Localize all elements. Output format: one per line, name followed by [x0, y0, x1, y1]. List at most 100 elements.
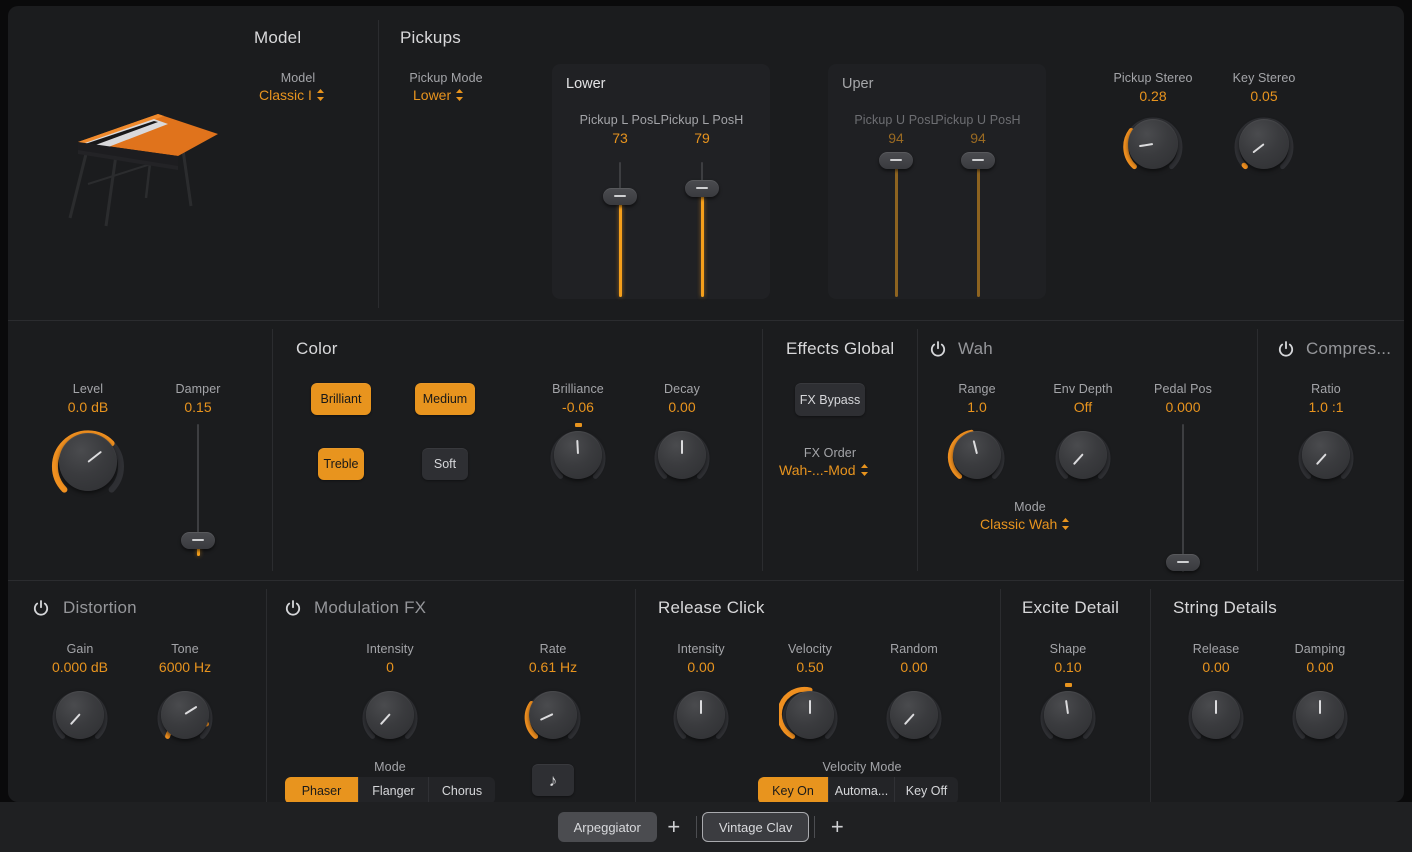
- knob-pointer: [1319, 700, 1321, 714]
- fx-order-popup[interactable]: Wah-...-Mod: [779, 462, 869, 478]
- knob-body: [1044, 691, 1092, 739]
- color-button-brilliant[interactable]: Brilliant: [311, 383, 371, 415]
- mod-rate-sync-button[interactable]: ♪: [532, 764, 574, 796]
- pickup-stereo-knob[interactable]: [1120, 111, 1186, 177]
- level-value: 0.0 dB: [28, 399, 148, 415]
- distortion-tone-label: Tone: [125, 642, 245, 656]
- velocity-mode-key-off[interactable]: Key Off: [895, 777, 958, 804]
- release-random-value: 0.00: [854, 659, 974, 675]
- release-intensity-label: Intensity: [641, 642, 761, 656]
- color-button-soft[interactable]: Soft: [422, 448, 468, 480]
- wah-mode-popup[interactable]: Classic Wah: [980, 516, 1070, 532]
- knob-body: [554, 431, 602, 479]
- pickup-u-posl-slider[interactable]: [876, 152, 916, 297]
- distortion-section-title: Distortion: [63, 598, 137, 618]
- pickup-l-posh-value: 79: [642, 130, 762, 146]
- string-release-knob[interactable]: [1185, 684, 1247, 746]
- model-section-title: Model: [254, 28, 301, 48]
- slider-thumb[interactable]: [879, 152, 913, 169]
- add-instrument-button[interactable]: +: [820, 812, 854, 842]
- color-button-medium[interactable]: Medium: [415, 383, 475, 415]
- wah-power-button[interactable]: [930, 341, 946, 358]
- pickup-l-posh-slider[interactable]: [682, 162, 722, 297]
- slider-thumb[interactable]: [181, 532, 215, 549]
- color-section-title: Color: [296, 339, 338, 359]
- wah-pedal-pos-value: 0.000: [1123, 399, 1243, 415]
- key-stereo-value: 0.05: [1204, 88, 1324, 104]
- knob-pointer: [681, 440, 683, 454]
- wah-range-knob[interactable]: [946, 424, 1008, 486]
- mod-intensity-knob[interactable]: [359, 684, 421, 746]
- bottom-row: Distortion Gain 0.000 dB Tone 6000 Hz: [8, 581, 1404, 802]
- effects-global-title: Effects Global: [786, 339, 894, 359]
- model-popup[interactable]: Classic I: [259, 87, 325, 103]
- pickup-u-posh-slider[interactable]: [958, 152, 998, 297]
- string-damping-knob[interactable]: [1289, 684, 1351, 746]
- fx-order-value: Wah-...-Mod: [779, 462, 856, 478]
- wah-env-depth-knob[interactable]: [1052, 424, 1114, 486]
- knob-pointer: [1215, 700, 1217, 714]
- knob-body: [677, 691, 725, 739]
- decay-knob[interactable]: [651, 424, 713, 486]
- modulation-fx-section-title: Modulation FX: [314, 598, 426, 618]
- distortion-tone-knob[interactable]: [154, 684, 216, 746]
- level-knob[interactable]: [49, 423, 127, 501]
- plugin-window: Model Model Classic I Pickups Pickup Mod…: [8, 6, 1404, 802]
- wah-range-label: Range: [917, 382, 1037, 396]
- bottom-divider-2: [635, 589, 636, 802]
- instrument-slot-button[interactable]: Vintage Clav: [702, 812, 809, 842]
- compressor-ratio-knob[interactable]: [1295, 424, 1357, 486]
- slider-thumb[interactable]: [1166, 554, 1200, 571]
- pickup-mode-popup[interactable]: Lower: [413, 87, 464, 103]
- compressor-ratio-label: Ratio: [1266, 382, 1386, 396]
- knob-pointer: [700, 700, 702, 714]
- toolbar-separator-1: [696, 816, 697, 838]
- mod-mode-segmented[interactable]: Phaser Flanger Chorus: [285, 777, 495, 804]
- compressor-power-button[interactable]: [1278, 341, 1294, 358]
- arpeggiator-button[interactable]: Arpeggiator: [558, 812, 657, 842]
- add-midi-fx-button[interactable]: +: [657, 812, 691, 842]
- color-button-treble[interactable]: Treble: [318, 448, 364, 480]
- key-stereo-knob[interactable]: [1231, 111, 1297, 177]
- release-velocity-value: 0.50: [750, 659, 870, 675]
- slider-rail: [1182, 424, 1184, 572]
- slider-thumb[interactable]: [685, 180, 719, 197]
- fx-order-label: FX Order: [770, 446, 890, 460]
- mod-mode-flanger[interactable]: Flanger: [359, 777, 429, 804]
- slider-thumb[interactable]: [961, 152, 995, 169]
- wah-section-title: Wah: [958, 339, 993, 359]
- distortion-power-button[interactable]: [33, 600, 49, 617]
- mod-mode-label: Mode: [330, 760, 450, 774]
- pickup-l-posl-slider[interactable]: [600, 162, 640, 297]
- brilliance-knob[interactable]: [547, 424, 609, 486]
- release-intensity-knob[interactable]: [670, 684, 732, 746]
- mod-rate-knob[interactable]: [522, 684, 584, 746]
- pickup-u-posh-value: 94: [918, 130, 1038, 146]
- release-velocity-knob[interactable]: [779, 684, 841, 746]
- knob-center-cap: [1065, 683, 1072, 687]
- release-random-label: Random: [854, 642, 974, 656]
- mod-mode-chorus[interactable]: Chorus: [429, 777, 495, 804]
- modulation-fx-power-button[interactable]: [285, 600, 301, 617]
- distortion-gain-knob[interactable]: [49, 684, 111, 746]
- wah-pedal-pos-slider[interactable]: [1163, 424, 1203, 572]
- distortion-gain-value: 0.000 dB: [20, 659, 140, 675]
- velocity-mode-key-on[interactable]: Key On: [758, 777, 829, 804]
- brilliance-value: -0.06: [518, 399, 638, 415]
- knob-body: [658, 431, 706, 479]
- excite-shape-knob[interactable]: [1037, 684, 1099, 746]
- velocity-mode-segmented[interactable]: Key On Automa... Key Off: [758, 777, 958, 804]
- pickup-mode-value: Lower: [413, 87, 451, 103]
- release-random-knob[interactable]: [883, 684, 945, 746]
- slider-thumb[interactable]: [603, 188, 637, 205]
- release-velocity-label: Velocity: [750, 642, 870, 656]
- damper-slider[interactable]: [178, 424, 218, 556]
- fx-bypass-button[interactable]: FX Bypass: [795, 383, 865, 416]
- pickup-stereo-label: Pickup Stereo: [1093, 71, 1213, 85]
- bottom-divider-4: [1150, 589, 1151, 802]
- pickup-l-posh-label: Pickup L PosH: [642, 113, 762, 127]
- clavinet-illustration: [58, 106, 218, 236]
- damper-label: Damper: [138, 382, 258, 396]
- velocity-mode-automatic[interactable]: Automa...: [829, 777, 895, 804]
- mod-mode-phaser[interactable]: Phaser: [285, 777, 359, 804]
